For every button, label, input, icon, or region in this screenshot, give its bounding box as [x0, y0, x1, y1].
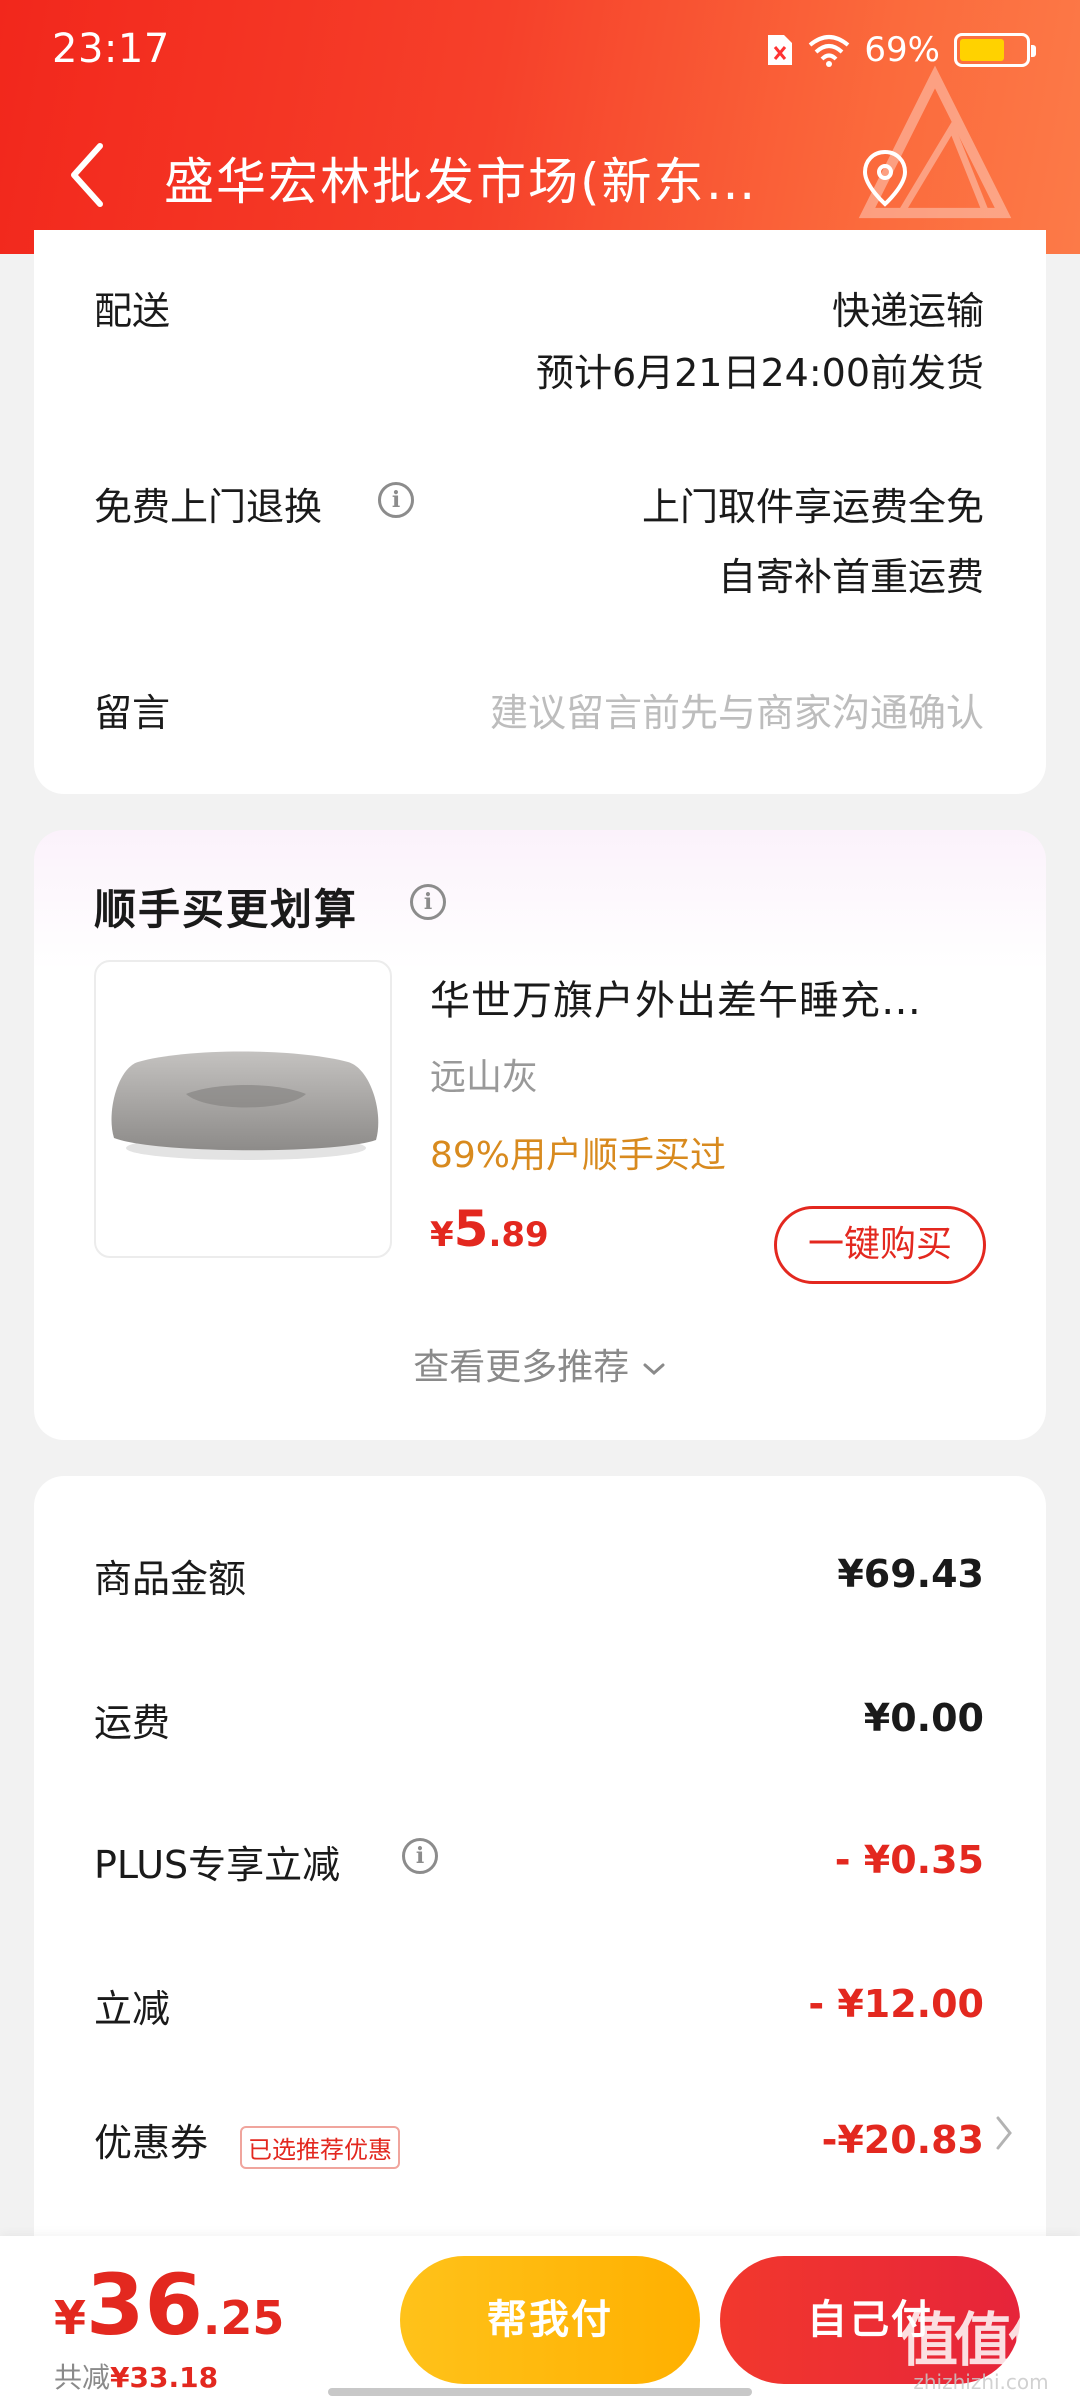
goods-amount-value: ¥69.43 [837, 1552, 984, 1596]
top-header: 23:17 69% 盛华宏林批发市场(新东… [0, 0, 1080, 254]
return-line1: 上门取件享运费全免 [641, 485, 984, 529]
chevron-right-icon[interactable] [994, 2114, 1016, 2152]
saved-label: 共减 [54, 2361, 111, 2394]
shipping-eta: 预计6月21日24:00前发货 [535, 351, 984, 395]
product-variant: 远山灰 [430, 1057, 539, 1098]
total-symbol: ¥ [54, 2291, 87, 2345]
product-price: ¥5.89 [430, 1200, 549, 1258]
see-more-label: 查看更多推荐 [413, 1347, 630, 1388]
goods-amount-label: 商品金额 [94, 1557, 247, 1601]
wifi-icon [809, 35, 850, 67]
pillow-image [111, 1051, 379, 1160]
total-saved: 共减¥33.18 [54, 2356, 218, 2396]
shipping-label: 配送 [94, 289, 171, 333]
status-icons: 69% [766, 30, 1036, 70]
location-pin-icon[interactable] [860, 148, 910, 208]
note-input[interactable]: 建议留言前先与商家沟通确认 [490, 682, 984, 737]
status-time: 23:17 [52, 26, 170, 72]
price-decimal: .89 [488, 1215, 549, 1255]
back-arrow-icon[interactable] [60, 140, 120, 210]
price-integer: 5 [453, 1200, 489, 1258]
freight-label: 运费 [94, 1701, 171, 1745]
plus-discount-label: PLUS专享立减 [94, 1843, 341, 1887]
sim-card-icon [768, 35, 793, 65]
instant-discount-value: - ¥12.00 [808, 1982, 984, 2026]
coupon-label: 优惠券 [94, 2121, 209, 2165]
info-icon[interactable]: i [410, 884, 446, 920]
help-me-pay-button[interactable]: 帮我付 [400, 2256, 700, 2384]
note-label: 留言 [94, 691, 171, 735]
saved-amount: ¥33.18 [110, 2361, 219, 2394]
addon-card: 顺手买更划算 i 华世万旗户外出差午睡充… 远山灰 89%用户顺手买过 ¥5.8… [34, 830, 1046, 1440]
battery-fill [960, 39, 1005, 61]
freight-value: ¥0.00 [863, 1696, 984, 1740]
shipping-method[interactable]: 快递运输 [832, 280, 984, 335]
addon-title: 顺手买更划算 [94, 885, 359, 934]
info-icon[interactable]: i [402, 1838, 438, 1874]
info-icon[interactable]: i [378, 482, 414, 518]
watermark-logo: 值值值 zhizhizhi.com [900, 2310, 1066, 2394]
total-decimal: .25 [202, 2291, 285, 2345]
watermark-site: zhizhizhi.com [913, 2370, 1049, 2394]
coupon-badge: 已选推荐优惠 [240, 2126, 400, 2169]
status-bar: 23:17 69% [0, 0, 1080, 100]
nav-bar: 盛华宏林批发市场(新东… [0, 120, 1080, 230]
store-title[interactable]: 盛华宏林批发市场(新东… [164, 142, 844, 214]
watermark-text: 值值值 [899, 2306, 1066, 2374]
battery-icon [954, 33, 1036, 67]
coupon-value[interactable]: -¥20.83 [822, 2118, 984, 2162]
instant-discount-label: 立减 [94, 1987, 171, 2031]
product-name[interactable]: 华世万旗户外出差午睡充… [430, 968, 990, 1026]
total-price: ¥36.25 [54, 2256, 284, 2354]
chevron-down-icon [643, 1363, 665, 1376]
social-proof: 89%用户顺手买过 [430, 1135, 727, 1176]
price-symbol: ¥ [430, 1215, 454, 1255]
home-indicator[interactable] [328, 2388, 752, 2396]
total-integer: 36 [86, 2256, 203, 2354]
return-label: 免费上门退换 [94, 485, 323, 529]
battery-percent: 69% [864, 30, 940, 70]
one-click-buy-button[interactable]: 一键购买 [774, 1206, 986, 1284]
delivery-card: 配送 快递运输 预计6月21日24:00前发货 免费上门退换 i 上门取件享运费… [34, 230, 1046, 794]
see-more-link[interactable]: 查看更多推荐 [34, 1338, 1046, 1390]
return-line2: 自寄补首重运费 [717, 555, 984, 599]
plus-discount-value: - ¥0.35 [834, 1838, 984, 1882]
product-image[interactable] [94, 960, 392, 1258]
